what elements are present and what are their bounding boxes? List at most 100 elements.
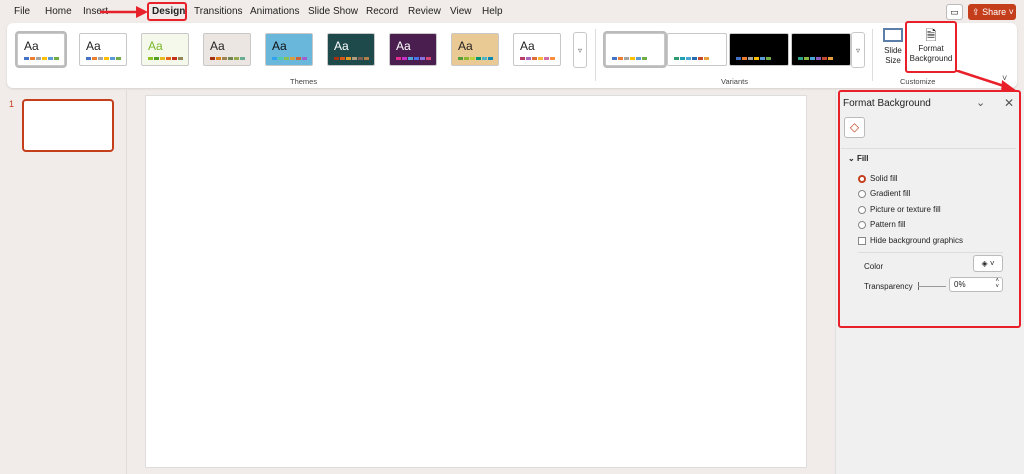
color-swatch [748, 57, 753, 60]
color-swatch [98, 57, 103, 60]
color-swatch [402, 57, 407, 60]
slide-thumbnail[interactable] [22, 99, 114, 152]
color-swatch [24, 57, 29, 60]
theme-sample-text: Aa [148, 39, 163, 53]
color-swatch [334, 57, 339, 60]
color-swatch [630, 57, 635, 60]
color-swatch [104, 57, 109, 60]
color-swatch [364, 57, 369, 60]
color-swatch [222, 57, 227, 60]
color-swatch [228, 57, 233, 60]
color-swatch [86, 57, 91, 60]
color-swatch [680, 57, 685, 60]
variants-more-button[interactable]: ▿ [851, 32, 865, 68]
color-swatch [48, 57, 53, 60]
theme-thumbnail[interactable]: Aa [451, 33, 499, 66]
slide-size-button[interactable]: Slide Size [879, 28, 907, 66]
color-swatch [544, 57, 549, 60]
share-button[interactable]: ⇪ Share ˅ [968, 4, 1016, 20]
tab-view[interactable]: View [450, 4, 472, 19]
themes-group-label: Themes [290, 77, 318, 86]
color-swatch [278, 57, 283, 60]
color-swatch [736, 57, 741, 60]
color-swatch [110, 57, 115, 60]
variant-thumbnail[interactable] [605, 33, 665, 66]
color-swatch [358, 57, 363, 60]
color-swatch [798, 57, 803, 60]
color-swatches [24, 57, 59, 60]
color-swatch [698, 57, 703, 60]
color-swatches [798, 57, 833, 60]
color-swatch [810, 57, 815, 60]
theme-thumbnail[interactable]: Aa [265, 33, 313, 66]
color-swatch [754, 57, 759, 60]
tab-slide-show[interactable]: Slide Show [308, 4, 358, 19]
theme-sample-text: Aa [458, 39, 473, 53]
color-swatches [520, 57, 555, 60]
slide-size-icon [883, 28, 903, 42]
format-background-button[interactable]: 🗎 Format Background [905, 21, 957, 73]
color-swatch [470, 57, 475, 60]
color-swatch [612, 57, 617, 60]
comment-icon[interactable]: ▭ [946, 4, 963, 20]
tab-record[interactable]: Record [366, 4, 398, 19]
color-swatch [290, 57, 295, 60]
theme-thumbnail[interactable]: Aa [79, 33, 127, 66]
color-swatch [408, 57, 413, 60]
color-swatch [178, 57, 183, 60]
theme-sample-text: Aa [334, 39, 349, 53]
color-swatch [822, 57, 827, 60]
theme-thumbnail[interactable]: Aa [513, 33, 561, 66]
ribbon: Aa Aa Aa Aa Aa Aa Aa Aa Aa ▿ Themes ▿ Variants S… [7, 21, 1017, 88]
color-swatch [420, 57, 425, 60]
color-swatch [160, 57, 165, 60]
color-swatches [736, 57, 771, 60]
theme-sample-text: Aa [24, 39, 39, 53]
tab-file[interactable]: File [14, 4, 30, 19]
color-swatch [30, 57, 35, 60]
share-icon: ⇪ [972, 7, 980, 17]
annotation-arrow-icon [100, 6, 148, 18]
color-swatch [488, 57, 493, 60]
color-swatch [346, 57, 351, 60]
color-swatch [532, 57, 537, 60]
color-swatch [116, 57, 121, 60]
tab-animations[interactable]: Animations [250, 4, 299, 19]
color-swatch [526, 57, 531, 60]
color-swatch [464, 57, 469, 60]
tab-transitions[interactable]: Transitions [194, 4, 243, 19]
tab-home[interactable]: Home [45, 4, 72, 19]
theme-thumbnail[interactable]: Aa [141, 33, 189, 66]
color-swatch [538, 57, 543, 60]
slide-canvas[interactable] [145, 95, 807, 468]
color-swatch [636, 57, 641, 60]
color-swatches [148, 57, 183, 60]
variant-thumbnail[interactable] [667, 33, 727, 66]
theme-thumbnail[interactable]: Aa [389, 33, 437, 66]
design-annotation-box [147, 2, 187, 21]
customize-group-label: Customize [900, 77, 936, 86]
color-swatch [458, 57, 463, 60]
theme-thumbnail[interactable]: Aa [327, 33, 375, 66]
color-swatches [612, 57, 647, 60]
slide-number: 1 [9, 99, 15, 109]
color-swatch [154, 57, 159, 60]
color-swatch [766, 57, 771, 60]
color-swatch [148, 57, 153, 60]
theme-thumbnail[interactable]: Aa [203, 33, 251, 66]
color-swatch [272, 57, 277, 60]
color-swatch [816, 57, 821, 60]
theme-thumbnail[interactable]: Aa [17, 33, 65, 66]
tab-review[interactable]: Review [408, 4, 441, 19]
tab-help[interactable]: Help [482, 4, 503, 19]
color-swatch [828, 57, 833, 60]
variant-thumbnail[interactable] [791, 33, 851, 66]
themes-more-button[interactable]: ▿ [573, 32, 587, 68]
color-swatch [296, 57, 301, 60]
variant-thumbnail[interactable] [729, 33, 789, 66]
color-swatch [352, 57, 357, 60]
color-swatch [234, 57, 239, 60]
slide-thumbnail-pane: 1 [0, 90, 127, 474]
color-swatch [284, 57, 289, 60]
color-swatch [704, 57, 709, 60]
